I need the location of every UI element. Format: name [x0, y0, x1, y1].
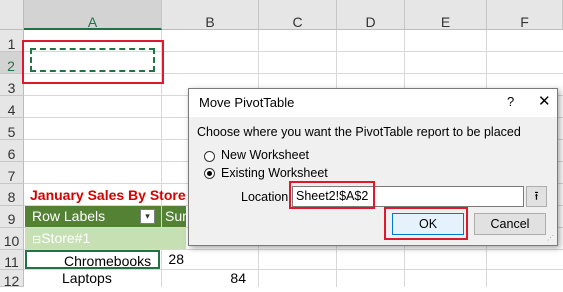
new-worksheet-radio[interactable]	[204, 151, 215, 162]
row-header-9[interactable]: 9	[0, 206, 24, 228]
row-header-5[interactable]: 5	[0, 118, 24, 140]
select-all-corner[interactable]	[0, 0, 24, 30]
column-header-a[interactable]: A	[24, 0, 162, 30]
move-pivottable-dialog: Move PivotTable ? ✕ Choose where you wan…	[188, 88, 558, 246]
row-header-1[interactable]: 1	[0, 30, 24, 52]
column-header-e[interactable]: E	[405, 0, 487, 30]
resize-grip-icon[interactable]: ⋰	[547, 235, 555, 243]
existing-worksheet-label[interactable]: Existing Worksheet	[221, 166, 328, 180]
pivot-store-row[interactable]: ⊟Store#1	[25, 228, 186, 249]
row-header-3[interactable]: 3	[0, 74, 24, 96]
dialog-title-bar[interactable]: Move PivotTable ? ✕	[189, 89, 557, 117]
column-header-d[interactable]: D	[337, 0, 405, 30]
row-header-10[interactable]: 10	[0, 228, 24, 250]
row-header-11[interactable]: 11	[0, 250, 24, 270]
store-label: Store#1	[41, 230, 91, 246]
highlight-box-location	[289, 181, 375, 209]
row-header-8[interactable]: 8	[0, 184, 24, 206]
row-header-12[interactable]: 12	[0, 270, 24, 289]
placement-prompt: Choose where you want the PivotTable rep…	[197, 125, 521, 139]
row-labels-filter-button[interactable]: ▾	[140, 209, 155, 224]
column-header-c[interactable]: C	[259, 0, 337, 30]
highlight-box-a2	[22, 40, 164, 84]
range-picker-icon[interactable]: ⭱	[526, 186, 547, 207]
highlight-box-ok	[384, 207, 468, 240]
new-worksheet-label[interactable]: New Worksheet	[221, 148, 309, 162]
column-header-f[interactable]: F	[487, 0, 563, 30]
pivot-title-cell[interactable]: January Sales By Store	[30, 184, 186, 206]
cell-a11-chromebooks[interactable]: Chromebooks	[25, 250, 160, 269]
dialog-title: Move PivotTable	[199, 95, 295, 110]
pivot-header-sum[interactable]: Sum	[162, 206, 186, 227]
row-header-6[interactable]: 6	[0, 140, 24, 162]
help-button[interactable]: ?	[507, 94, 514, 109]
column-header-b[interactable]: B	[162, 0, 259, 30]
cell-a12-laptops[interactable]: Laptops	[25, 270, 161, 287]
cell-b12-value[interactable]: 84	[162, 270, 258, 287]
cell-b11-value[interactable]: 28	[162, 250, 186, 269]
cancel-button[interactable]: Cancel	[474, 213, 546, 235]
row-header-2[interactable]: 2	[0, 52, 24, 74]
existing-worksheet-radio[interactable]	[204, 168, 215, 179]
location-label: Location:	[241, 190, 292, 204]
collapse-icon[interactable]: ⊟	[32, 234, 41, 246]
row-header-7[interactable]: 7	[0, 162, 24, 184]
row-header-4[interactable]: 4	[0, 96, 24, 118]
close-icon[interactable]: ✕	[538, 92, 551, 110]
